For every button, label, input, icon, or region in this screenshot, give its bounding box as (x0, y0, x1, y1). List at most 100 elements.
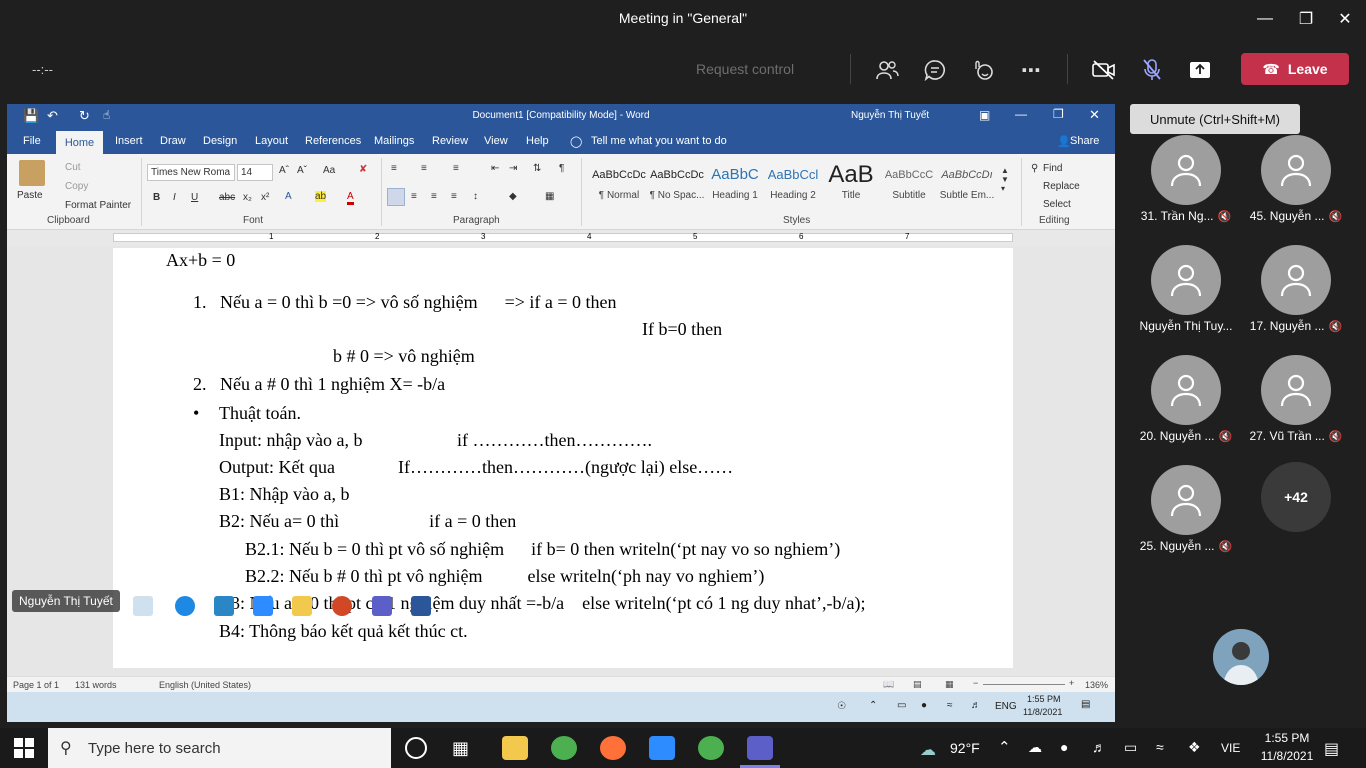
underline-icon[interactable]: U (191, 192, 198, 203)
find-button[interactable]: Find (1043, 163, 1062, 174)
word-minimize-button[interactable]: — (1015, 107, 1027, 121)
decrease-indent-icon[interactable]: ⇤ (491, 163, 499, 174)
copy-button[interactable]: Copy (65, 181, 88, 192)
borders-icon[interactable]: ▦ (545, 191, 554, 202)
participant-tile[interactable]: 17. Nguyễn ... 🔇 (1241, 243, 1351, 353)
web-layout-icon[interactable]: ▦ (945, 679, 954, 690)
minimize-button[interactable]: — (1242, 0, 1288, 38)
tab-review[interactable]: Review (432, 135, 468, 147)
clock-date[interactable]: 11/8/2021 (1254, 749, 1320, 763)
select-button[interactable]: Select (1043, 199, 1071, 210)
style-no-spacing[interactable]: AaBbCcDc ¶ No Spac... (649, 164, 705, 208)
wifi-icon[interactable]: ≈ (1156, 739, 1164, 755)
zoom-in-icon[interactable]: + (1069, 678, 1074, 688)
share-icon[interactable]: 👤 (1057, 135, 1071, 148)
read-mode-icon[interactable]: 📖 (883, 679, 894, 690)
participant-tile[interactable]: 20. Nguyễn ... 🔇 (1131, 353, 1241, 463)
inner-lang[interactable]: ENG (995, 701, 1017, 712)
tab-insert[interactable]: Insert (115, 135, 143, 147)
firefox-icon[interactable] (600, 736, 626, 760)
word-count[interactable]: 131 words (75, 680, 117, 690)
more-options-icon[interactable]: ⋯ (1016, 55, 1046, 85)
app-icon[interactable] (214, 596, 234, 616)
word-restore-button[interactable]: ❐ (1053, 107, 1064, 121)
windows-start-icon[interactable] (14, 738, 34, 763)
replace-button[interactable]: Replace (1043, 181, 1080, 192)
chrome-icon[interactable] (698, 736, 724, 760)
style-subtle-emphasis[interactable]: AaBbCcDı Subtle Em... (939, 164, 995, 208)
multilevel-list-icon[interactable]: ≡ (453, 163, 459, 174)
sort-icon[interactable]: ⇅ (533, 163, 541, 174)
edge-icon[interactable] (175, 596, 195, 616)
tab-draw[interactable]: Draw (160, 135, 186, 147)
italic-icon[interactable]: I (173, 192, 176, 203)
request-control-button[interactable]: Request control (696, 61, 794, 77)
self-video-thumbnail[interactable] (1213, 629, 1269, 685)
camera-off-icon[interactable] (1089, 55, 1119, 85)
mic-icon[interactable]: ● (1060, 739, 1068, 755)
align-right-icon[interactable]: ≡ (431, 191, 437, 202)
participant-tile[interactable]: 45. Nguyễn ... 🔇 (1241, 133, 1351, 243)
share-screen-icon[interactable] (1185, 55, 1215, 85)
teams-icon[interactable] (747, 736, 773, 760)
page-count[interactable]: Page 1 of 1 (13, 680, 59, 690)
participant-tile[interactable]: 27. Vũ Trần ... 🔇 (1241, 353, 1351, 463)
mic-off-icon[interactable] (1137, 55, 1167, 85)
change-case-icon[interactable]: Aa (323, 165, 335, 176)
grow-font-icon[interactable]: Aˆ (279, 165, 289, 176)
ribbon-display-icon[interactable]: ▣ (979, 108, 990, 122)
people-icon[interactable]: ☉ (837, 701, 846, 712)
close-button[interactable]: ✕ (1322, 0, 1366, 38)
zoom-app-icon[interactable] (253, 596, 273, 616)
chrome-icon[interactable] (551, 736, 577, 760)
font-name-select[interactable]: Times New Roma (147, 164, 235, 181)
tell-me-search[interactable]: Tell me what you want to do (591, 135, 727, 147)
cut-button[interactable]: Cut (65, 162, 81, 173)
powerpoint-icon[interactable] (332, 596, 352, 616)
text-effects-icon[interactable]: A (285, 191, 292, 202)
justify-icon[interactable]: ≡ (451, 191, 457, 202)
zoom-level[interactable]: 136% (1085, 680, 1108, 690)
clear-formatting-icon[interactable]: ✘ (359, 164, 367, 175)
participant-tile[interactable]: Nguyễn Thị Tuy... (1131, 243, 1241, 353)
highlight-icon[interactable]: ab (315, 191, 327, 202)
tab-design[interactable]: Design (203, 135, 237, 147)
participant-tile[interactable]: 31. Trần Ng... 🔇 (1131, 133, 1241, 243)
print-layout-icon[interactable]: ▤ (913, 679, 922, 690)
notifications-icon[interactable]: ▤ (1081, 699, 1090, 710)
file-explorer-icon[interactable] (292, 596, 312, 616)
task-view-icon[interactable]: ▦ (452, 738, 469, 759)
zoom-app-icon[interactable] (649, 736, 675, 760)
weather-temp[interactable]: 92°F (950, 740, 980, 756)
cortana-icon[interactable] (405, 737, 427, 759)
strikethrough-icon[interactable]: abc (219, 192, 235, 203)
onedrive-icon[interactable]: ☁ (1028, 739, 1042, 756)
chevron-up-icon[interactable]: ⌃ (869, 700, 877, 711)
line-spacing-icon[interactable]: ↕ (473, 191, 478, 202)
tab-mailings[interactable]: Mailings (374, 135, 414, 147)
superscript-icon[interactable]: x² (261, 192, 269, 203)
participant-tile[interactable]: 25. Nguyễn ... 🔇 (1131, 463, 1241, 573)
leave-button[interactable]: ☎ Leave (1241, 53, 1349, 85)
notifications-icon[interactable]: ▤ (1324, 739, 1339, 759)
align-left-icon[interactable] (387, 188, 405, 206)
more-participants-button[interactable]: +42 (1261, 462, 1331, 532)
style-heading-1[interactable]: AaBbC Heading 1 (707, 164, 763, 208)
show-marks-icon[interactable]: ¶ (559, 163, 564, 174)
paste-button[interactable]: Paste (17, 190, 43, 201)
language-status[interactable]: English (United States) (159, 680, 251, 690)
word-close-button[interactable]: ✕ (1089, 107, 1100, 123)
taskbar-search-box[interactable]: Type here to search (48, 728, 391, 768)
horizontal-ruler[interactable]: 1 2 3 4 5 6 7 (7, 230, 1115, 246)
document-page[interactable]: Ax+b = 0 1. Nếu a = 0 thì b =0 => vô số … (113, 248, 1013, 668)
teams-icon[interactable] (372, 596, 392, 616)
increase-indent-icon[interactable]: ⇥ (509, 163, 517, 174)
style-subtitle[interactable]: AaBbCcC Subtitle (881, 164, 937, 208)
bullets-icon[interactable]: ≡ (391, 163, 397, 174)
format-painter-button[interactable]: Format Painter (65, 200, 131, 211)
chevron-up-icon[interactable]: ⌃ (998, 738, 1011, 756)
tab-view[interactable]: View (484, 135, 508, 147)
style-heading-2[interactable]: AaBbCcl Heading 2 (765, 164, 821, 208)
font-color-icon[interactable]: A (347, 191, 354, 205)
tab-file[interactable]: File (23, 135, 41, 147)
